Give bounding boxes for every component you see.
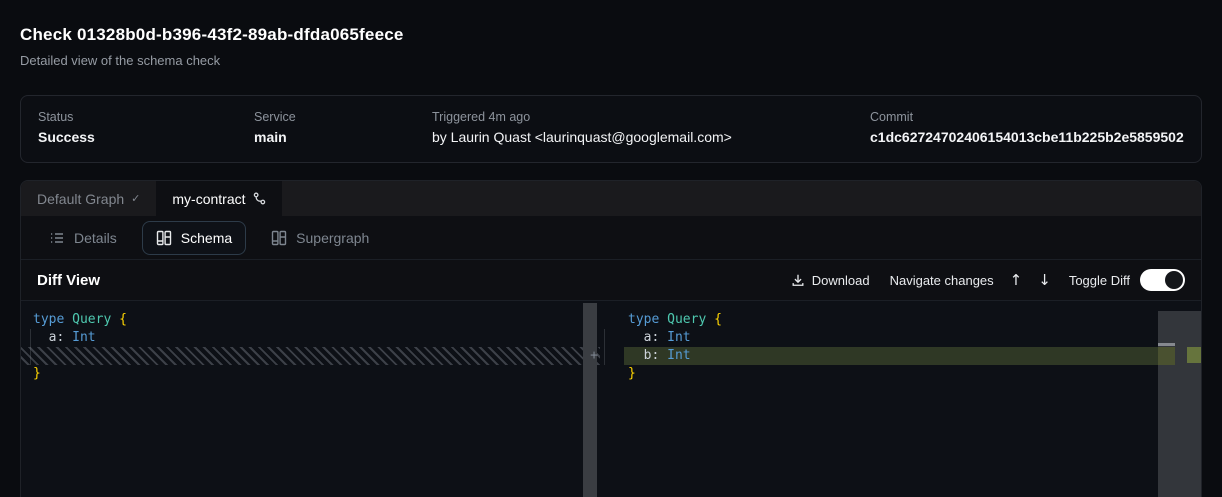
subtab-schema[interactable]: Schema [142, 221, 246, 255]
schema-check-page: Check 01328b0d-b396-43f2-89ab-dfda065fee… [0, 0, 1222, 497]
panels-icon [271, 230, 287, 246]
code-before: type Query { a: Int} [21, 311, 600, 383]
subtab-details-label: Details [74, 230, 117, 246]
code-line: a: Int [600, 329, 1201, 347]
schema-diff-editor: type Query { a: Int} type Query { a: Int… [21, 301, 1201, 497]
navigate-changes-label: Navigate changes [890, 273, 994, 288]
panels-icon [156, 230, 172, 246]
check-icon: ✓ [131, 192, 140, 205]
diff-added-plus-marker: + [586, 347, 602, 365]
left-pane-scrollbar[interactable] [583, 303, 597, 497]
tab-default-graph-label: Default Graph [37, 191, 124, 207]
status-card: Status Success Service main Triggered 4m… [20, 95, 1202, 163]
arrow-up-icon: ↑ [1010, 271, 1023, 289]
code-line: b: Int [600, 347, 1201, 365]
triggered-column: Triggered 4m ago by Laurin Quast <laurin… [432, 110, 870, 162]
code-line: type Query { [21, 311, 600, 329]
commit-label: Commit [870, 110, 1201, 124]
triggered-label: Triggered 4m ago [432, 110, 870, 124]
previous-change-button[interactable]: ↑ [1010, 271, 1023, 289]
page-title: Check 01328b0d-b396-43f2-89ab-dfda065fee… [20, 25, 404, 45]
tab-my-contract[interactable]: my-contract [156, 181, 281, 216]
indent-guide [604, 329, 605, 365]
code-line: type Query { [600, 311, 1201, 329]
code-line: } [21, 365, 600, 383]
contract-fork-icon [253, 192, 266, 205]
commit-hash: c1dc62724702406154013cbe11b225b2e5859502 [870, 129, 1201, 145]
diff-filler-line [21, 347, 600, 365]
subtab-supergraph[interactable]: Supergraph [258, 221, 382, 255]
code-after: type Query { a: Int b: Int} [600, 311, 1201, 383]
status-column: Status Success [38, 110, 254, 162]
switch-knob [1165, 271, 1183, 289]
subtab-schema-label: Schema [181, 230, 232, 246]
subtab-details[interactable]: Details [36, 221, 130, 255]
view-subtabs: Details Schema [21, 216, 1201, 259]
tab-default-graph[interactable]: Default Graph ✓ [21, 181, 156, 216]
triggered-value: by Laurin Quast <laurinquast@googlemail.… [432, 129, 870, 145]
code-line: a: Int [21, 329, 600, 347]
next-change-button[interactable]: ↓ [1038, 271, 1051, 289]
download-button[interactable]: Download [791, 273, 870, 288]
tab-my-contract-label: my-contract [172, 191, 245, 207]
graph-tabbar: Default Graph ✓ my-contract [21, 181, 1201, 216]
toggle-diff-switch[interactable] [1140, 269, 1185, 291]
diff-controls: Download Navigate changes ↑ ↓ Toggle Dif… [791, 269, 1185, 291]
commit-column: Commit c1dc62724702406154013cbe11b225b2e… [870, 110, 1201, 162]
status-value: Success [38, 129, 254, 145]
subtab-supergraph-label: Supergraph [296, 230, 369, 246]
diff-view-header: Diff View Download Navigate changes ↑ [21, 259, 1201, 301]
download-label: Download [812, 273, 870, 288]
added-line-ruler-shade [1158, 347, 1175, 365]
download-icon [791, 273, 805, 287]
service-label: Service [254, 110, 432, 124]
status-label: Status [38, 110, 254, 124]
navigate-changes-button[interactable]: Navigate changes [890, 273, 994, 288]
service-value: main [254, 129, 432, 145]
check-detail-card: Default Graph ✓ my-contract [20, 180, 1202, 497]
service-column: Service main [254, 110, 432, 162]
scrollbar-thumb-tick [1158, 343, 1175, 346]
toggle-diff-label: Toggle Diff [1069, 273, 1130, 288]
list-icon [49, 230, 65, 246]
page-subtitle: Detailed view of the schema check [20, 53, 220, 68]
arrow-down-icon: ↓ [1038, 271, 1051, 289]
diff-pane-before: type Query { a: Int} [21, 301, 600, 497]
diff-view-title: Diff View [37, 272, 100, 289]
diff-pane-after: type Query { a: Int b: Int} [600, 301, 1201, 497]
overview-ruler[interactable] [1158, 311, 1201, 497]
added-change-marker [1187, 347, 1201, 363]
code-line: } [600, 365, 1201, 383]
